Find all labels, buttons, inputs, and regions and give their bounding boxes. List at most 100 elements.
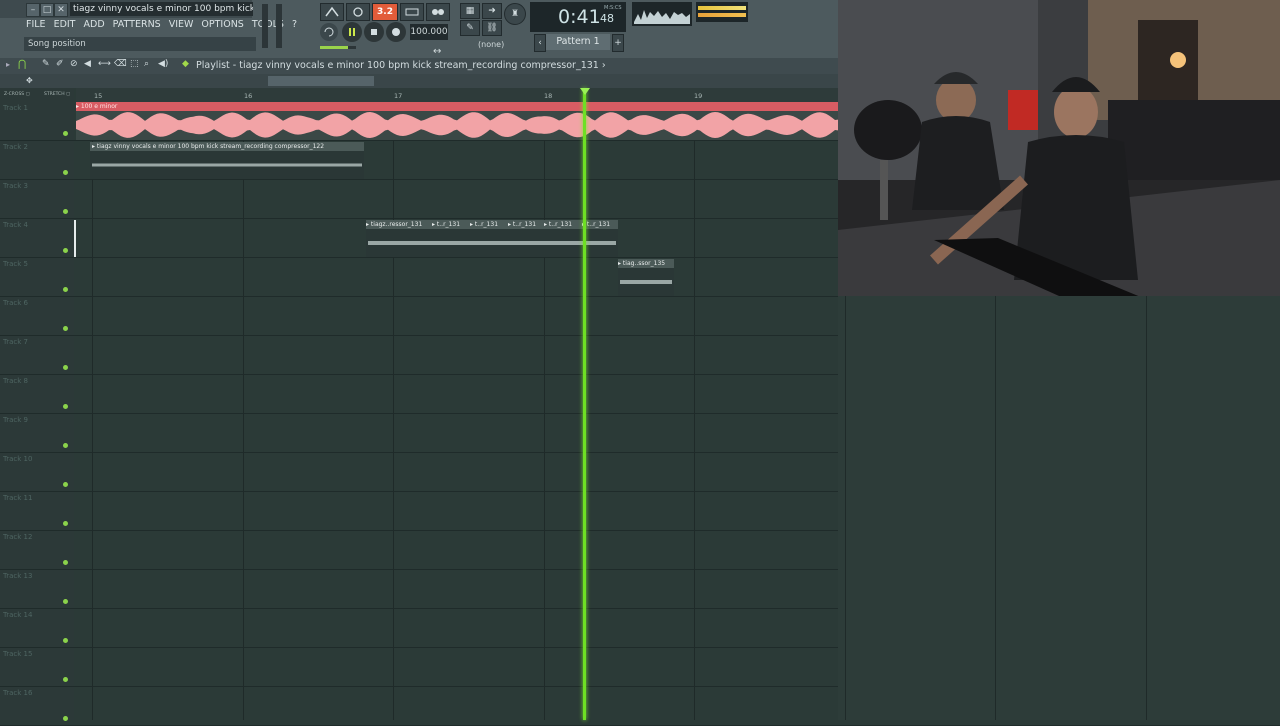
master-pitch-slider[interactable]	[276, 4, 282, 48]
audio-clip[interactable]: ▸ tiag..ssor_135	[618, 259, 674, 296]
countdown-button[interactable]: 3.2	[372, 3, 398, 21]
track-label[interactable]: Track 9	[3, 416, 28, 424]
arrow-right-icon[interactable]: ➜	[482, 3, 502, 19]
playhead[interactable]	[583, 88, 586, 720]
track-label[interactable]: Track 2	[3, 143, 28, 151]
wait-for-input-button[interactable]	[346, 3, 370, 21]
menu-add[interactable]: ADD	[84, 18, 105, 32]
audio-clip-header[interactable]: ▸ 100 e minor	[76, 102, 838, 111]
track-label[interactable]: Track 4	[3, 221, 28, 229]
tempo-display[interactable]: 100.000	[410, 24, 448, 40]
overview-thumb[interactable]	[268, 76, 374, 86]
record-button[interactable]	[386, 22, 406, 42]
track-label[interactable]: Track 11	[3, 494, 32, 502]
snap-selector[interactable]: (none)	[478, 40, 504, 49]
playback-tool-icon[interactable]: ◀)	[158, 59, 168, 69]
track-mute-led[interactable]	[63, 170, 68, 175]
slip-tool-icon[interactable]: ⟷	[98, 59, 111, 69]
track-label[interactable]: Track 3	[3, 182, 28, 190]
track-mute-led[interactable]	[63, 131, 68, 136]
menu-options[interactable]: OPTIONS	[201, 18, 243, 32]
timeline-ruler[interactable]	[76, 88, 838, 102]
draw-tool-icon[interactable]: ✎	[42, 59, 50, 69]
track-label[interactable]: Track 8	[3, 377, 28, 385]
master-volume-slider[interactable]	[262, 4, 268, 48]
metronome-button[interactable]	[320, 3, 344, 21]
track-mute-led[interactable]	[63, 599, 68, 604]
playhead-marker-icon[interactable]	[580, 88, 590, 95]
bar-line	[694, 102, 695, 720]
pencil-icon[interactable]: ✎	[460, 20, 480, 36]
track-mute-led[interactable]	[63, 248, 68, 253]
maximize-button[interactable]: □	[40, 3, 54, 17]
menu-help[interactable]: ?	[292, 18, 297, 32]
tools-icon: ✥	[26, 76, 33, 85]
track-label[interactable]: Track 15	[3, 650, 32, 658]
track-mute-led[interactable]	[63, 560, 68, 565]
bar-number: 15	[94, 92, 103, 100]
clip-label: ▸ t..r_131	[544, 221, 573, 228]
track-mute-led[interactable]	[63, 209, 68, 214]
playlist-menu-arrow-icon[interactable]: ▸	[6, 60, 10, 69]
track-label[interactable]: Track 7	[3, 338, 28, 346]
overview-scrollbar[interactable]: ✥	[0, 74, 838, 88]
select-tool-icon[interactable]: ⬚	[130, 59, 139, 69]
step-edit-button[interactable]	[400, 3, 424, 21]
magnet-icon[interactable]: ⋂	[18, 59, 26, 70]
piano-roll-icon[interactable]: ▦	[460, 3, 480, 19]
slice-tool-icon[interactable]: ⌫	[114, 59, 127, 69]
stop-button[interactable]	[364, 22, 384, 42]
clip-label: ▸ tiagz..ressor_131	[366, 221, 423, 228]
audio-clip[interactable]: ▸ tiagz..ressor_131 ▸ t..r_131 ▸ t..r_13…	[366, 220, 618, 257]
track-label[interactable]: Track 1	[3, 104, 28, 112]
track-mute-led[interactable]	[63, 482, 68, 487]
minimize-button[interactable]: –	[26, 3, 40, 17]
mute-tool-icon[interactable]: ◀	[84, 59, 91, 69]
pause-button[interactable]	[342, 22, 362, 42]
loop-icon	[324, 27, 334, 37]
menu-patterns[interactable]: PATTERNS	[113, 18, 161, 32]
plugin-icon[interactable]: ♜	[504, 3, 526, 25]
menu-view[interactable]: VIEW	[169, 18, 194, 32]
menu-edit[interactable]: EDIT	[54, 18, 76, 32]
z-cross-button[interactable]: Z-CROSS ▢	[4, 92, 30, 97]
loop-record-button[interactable]	[320, 23, 338, 41]
track-mute-led[interactable]	[63, 443, 68, 448]
track-mute-led[interactable]	[63, 326, 68, 331]
audio-clip[interactable]: ▸ tiagz vinny vocals e minor 100 bpm kic…	[90, 142, 364, 179]
peak-meter	[696, 2, 748, 22]
time-main: 0:41	[558, 6, 601, 28]
track-label[interactable]: Track 12	[3, 533, 32, 541]
track-mute-led[interactable]	[63, 521, 68, 526]
playlist-grid-right[interactable]	[838, 296, 1280, 720]
pattern-selector[interactable]: Pattern 1	[546, 34, 610, 50]
zoom-tool-icon[interactable]: ⌕	[144, 59, 149, 69]
track-mute-led[interactable]	[63, 404, 68, 409]
stretch-button[interactable]: STRETCH ▢	[44, 92, 70, 97]
track-mute-led[interactable]	[63, 287, 68, 292]
track-mute-led[interactable]	[63, 638, 68, 643]
clip-label: ▸ tiagz vinny vocals e minor 100 bpm kic…	[92, 143, 325, 150]
track-label[interactable]: Track 5	[3, 260, 28, 268]
track-label[interactable]: Track 14	[3, 611, 32, 619]
time-display[interactable]: 0:41 M:S:CS 48	[530, 2, 626, 32]
delete-tool-icon[interactable]: ⊘	[70, 59, 78, 69]
time-sub: 48	[600, 12, 614, 25]
blend-notes-button[interactable]	[426, 3, 450, 21]
track-label[interactable]: Track 16	[3, 689, 32, 697]
paint-tool-icon[interactable]: ✐	[56, 59, 64, 69]
track-label[interactable]: Track 13	[3, 572, 32, 580]
close-button[interactable]: ✕	[54, 3, 68, 17]
audio-clip-waveform[interactable]	[76, 111, 838, 140]
track-mute-led[interactable]	[63, 365, 68, 370]
playlist-icon: ◆	[182, 59, 189, 69]
track-mute-led[interactable]	[63, 677, 68, 682]
pattern-prev-button[interactable]: ‹	[534, 34, 546, 52]
link-icon[interactable]: ⛓	[482, 20, 502, 36]
track-mute-led[interactable]	[63, 716, 68, 721]
track-label[interactable]: Track 6	[3, 299, 28, 307]
song-position-slider[interactable]	[320, 46, 356, 49]
track-label[interactable]: Track 10	[3, 455, 32, 463]
pattern-add-button[interactable]: +	[612, 34, 624, 52]
menu-file[interactable]: FILE	[26, 18, 46, 32]
